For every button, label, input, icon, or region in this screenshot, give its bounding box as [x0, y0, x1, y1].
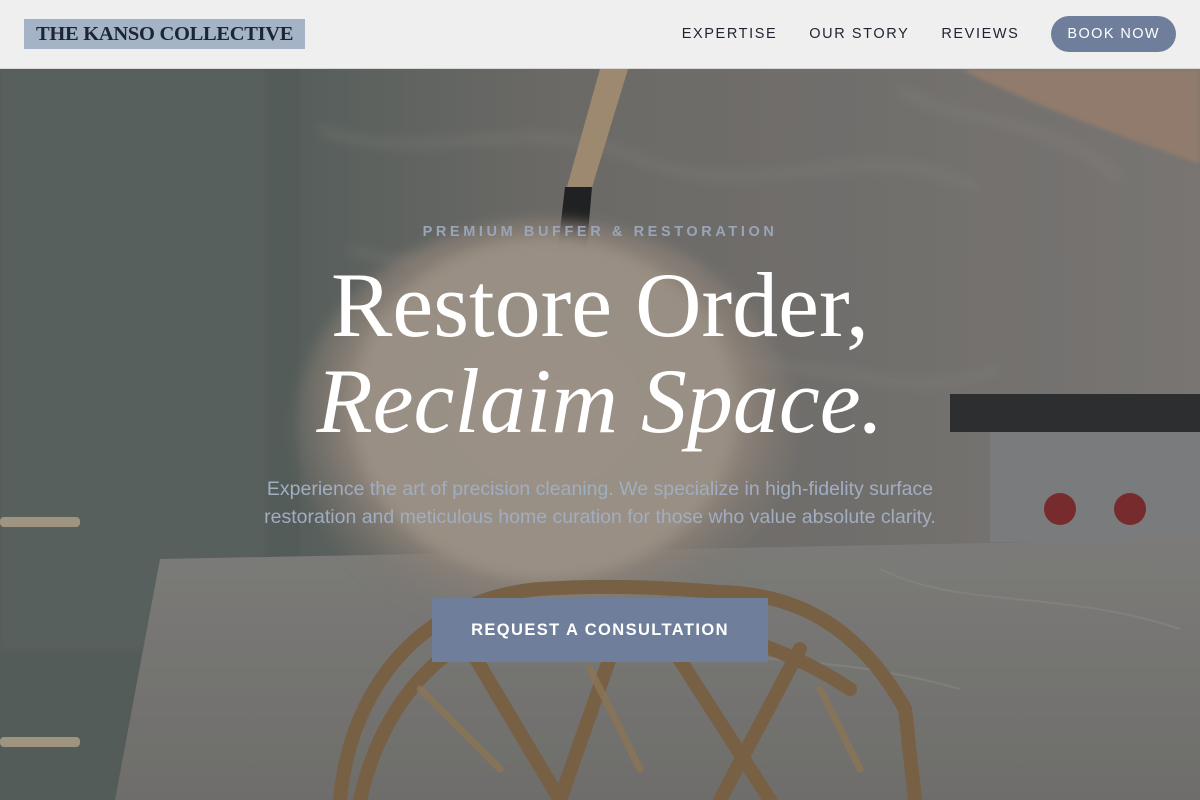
- brand-logo[interactable]: THE KANSO COLLECTIVE: [24, 19, 306, 49]
- hero-headline: Restore Order, Reclaim Space.: [0, 257, 1200, 449]
- hero-eyebrow: PREMIUM BUFFER & RESTORATION: [422, 224, 778, 240]
- hero-description: Experience the art of precision cleaning…: [264, 478, 936, 528]
- nav-link-reviews[interactable]: REVIEWS: [941, 26, 1019, 42]
- site-header: THE KANSO COLLECTIVE EXPERTISE OUR STORY…: [0, 0, 1200, 69]
- nav-link-expertise[interactable]: EXPERTISE: [682, 26, 778, 42]
- nav-link-our-story[interactable]: OUR STORY: [809, 26, 909, 42]
- main-nav: EXPERTISE OUR STORY REVIEWS BOOK NOW: [650, 16, 1176, 52]
- hero-section: PREMIUM BUFFER & RESTORATION Restore Ord…: [0, 69, 1200, 800]
- book-now-button[interactable]: BOOK NOW: [1051, 16, 1176, 52]
- hero-headline-line1: Restore Order,: [331, 254, 869, 356]
- request-consultation-button[interactable]: REQUEST A CONSULTATION: [432, 598, 768, 662]
- hero-headline-line2: Reclaim Space.: [316, 350, 884, 452]
